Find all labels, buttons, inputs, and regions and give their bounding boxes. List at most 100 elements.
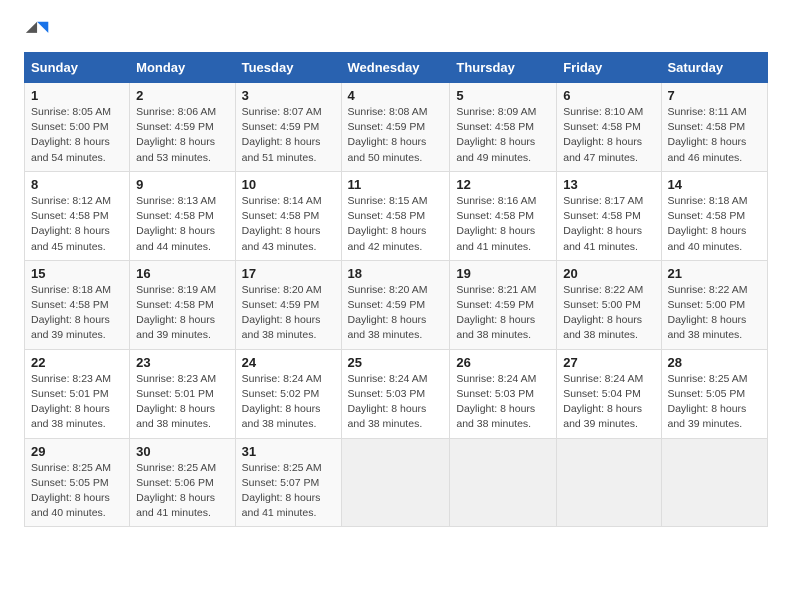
day-number: 17 bbox=[242, 266, 335, 281]
calendar-cell: 25 Sunrise: 8:24 AMSunset: 5:03 PMDayligh… bbox=[341, 349, 450, 438]
day-info: Sunrise: 8:20 AMSunset: 4:59 PMDaylight:… bbox=[242, 283, 335, 344]
day-number: 13 bbox=[563, 177, 654, 192]
day-number: 9 bbox=[136, 177, 228, 192]
day-info: Sunrise: 8:06 AMSunset: 4:59 PMDaylight:… bbox=[136, 105, 228, 166]
day-info: Sunrise: 8:05 AMSunset: 5:00 PMDaylight:… bbox=[31, 105, 123, 166]
logo-icon bbox=[24, 18, 52, 46]
day-info: Sunrise: 8:09 AMSunset: 4:58 PMDaylight:… bbox=[456, 105, 550, 166]
header bbox=[24, 18, 768, 46]
calendar-cell: 16Sunrise: 8:19 AMSunset: 4:58 PMDayligh… bbox=[130, 260, 235, 349]
day-number: 14 bbox=[668, 177, 762, 192]
calendar-cell: 27 Sunrise: 8:24 AMSunset: 5:04 PMDayligh… bbox=[557, 349, 661, 438]
calendar-cell bbox=[661, 438, 768, 527]
weekday-header-monday: Monday bbox=[130, 53, 235, 83]
calendar-cell: 13 Sunrise: 8:17 AMSunset: 4:58 PMDayligh… bbox=[557, 171, 661, 260]
day-info: Sunrise: 8:15 AMSunset: 4:58 PMDaylight:… bbox=[348, 194, 444, 255]
day-info: Sunrise: 8:07 AMSunset: 4:59 PMDaylight:… bbox=[242, 105, 335, 166]
day-info: Sunrise: 8:24 AMSunset: 5:04 PMDaylight:… bbox=[563, 372, 654, 433]
calendar-cell: 17 Sunrise: 8:20 AMSunset: 4:59 PMDayligh… bbox=[235, 260, 341, 349]
day-number: 24 bbox=[242, 355, 335, 370]
day-number: 11 bbox=[348, 177, 444, 192]
day-info: Sunrise: 8:25 AMSunset: 5:06 PMDaylight:… bbox=[136, 461, 228, 522]
calendar-cell bbox=[341, 438, 450, 527]
page: SundayMondayTuesdayWednesdayThursdayFrid… bbox=[0, 0, 792, 537]
calendar-cell: 22Sunrise: 8:23 AMSunset: 5:01 PMDayligh… bbox=[25, 349, 130, 438]
day-info: Sunrise: 8:13 AMSunset: 4:58 PMDaylight:… bbox=[136, 194, 228, 255]
calendar-cell: 15 Sunrise: 8:18 AMSunset: 4:58 PMDayligh… bbox=[25, 260, 130, 349]
day-number: 8 bbox=[31, 177, 123, 192]
calendar-cell: 14 Sunrise: 8:18 AMSunset: 4:58 PMDayligh… bbox=[661, 171, 768, 260]
day-number: 20 bbox=[563, 266, 654, 281]
day-info: Sunrise: 8:18 AMSunset: 4:58 PMDaylight:… bbox=[668, 194, 762, 255]
calendar-cell: 28 Sunrise: 8:25 AMSunset: 5:05 PMDayligh… bbox=[661, 349, 768, 438]
day-info: Sunrise: 8:17 AMSunset: 4:58 PMDaylight:… bbox=[563, 194, 654, 255]
calendar-cell: 30 Sunrise: 8:25 AMSunset: 5:06 PMDayligh… bbox=[130, 438, 235, 527]
day-info: Sunrise: 8:23 AMSunset: 5:01 PMDaylight:… bbox=[31, 372, 123, 433]
day-info: Sunrise: 8:22 AMSunset: 5:00 PMDaylight:… bbox=[668, 283, 762, 344]
day-number: 3 bbox=[242, 88, 335, 103]
calendar-cell: 6Sunrise: 8:10 AMSunset: 4:58 PMDaylight… bbox=[557, 83, 661, 172]
weekday-header-wednesday: Wednesday bbox=[341, 53, 450, 83]
day-number: 30 bbox=[136, 444, 228, 459]
day-number: 7 bbox=[668, 88, 762, 103]
calendar-cell: 5 Sunrise: 8:09 AMSunset: 4:58 PMDaylight… bbox=[450, 83, 557, 172]
day-info: Sunrise: 8:18 AMSunset: 4:58 PMDaylight:… bbox=[31, 283, 123, 344]
calendar-header-row: SundayMondayTuesdayWednesdayThursdayFrid… bbox=[25, 53, 768, 83]
day-number: 23 bbox=[136, 355, 228, 370]
day-info: Sunrise: 8:24 AMSunset: 5:02 PMDaylight:… bbox=[242, 372, 335, 433]
calendar-cell: 3 Sunrise: 8:07 AMSunset: 4:59 PMDaylight… bbox=[235, 83, 341, 172]
day-number: 6 bbox=[563, 88, 654, 103]
day-number: 26 bbox=[456, 355, 550, 370]
calendar-cell: 11 Sunrise: 8:15 AMSunset: 4:58 PMDayligh… bbox=[341, 171, 450, 260]
day-number: 16 bbox=[136, 266, 228, 281]
day-info: Sunrise: 8:24 AMSunset: 5:03 PMDaylight:… bbox=[456, 372, 550, 433]
calendar-week-row: 8 Sunrise: 8:12 AMSunset: 4:58 PMDaylight… bbox=[25, 171, 768, 260]
calendar-week-row: 1 Sunrise: 8:05 AMSunset: 5:00 PMDaylight… bbox=[25, 83, 768, 172]
calendar-cell: 2Sunrise: 8:06 AMSunset: 4:59 PMDaylight… bbox=[130, 83, 235, 172]
calendar-cell: 9 Sunrise: 8:13 AMSunset: 4:58 PMDaylight… bbox=[130, 171, 235, 260]
calendar-cell: 31 Sunrise: 8:25 AMSunset: 5:07 PMDayligh… bbox=[235, 438, 341, 527]
calendar-week-row: 29 Sunrise: 8:25 AMSunset: 5:05 PMDayligh… bbox=[25, 438, 768, 527]
calendar-table: SundayMondayTuesdayWednesdayThursdayFrid… bbox=[24, 52, 768, 527]
calendar-cell: 10 Sunrise: 8:14 AMSunset: 4:58 PMDayligh… bbox=[235, 171, 341, 260]
day-number: 5 bbox=[456, 88, 550, 103]
calendar-cell: 12 Sunrise: 8:16 AMSunset: 4:58 PMDayligh… bbox=[450, 171, 557, 260]
day-number: 15 bbox=[31, 266, 123, 281]
calendar-cell: 7 Sunrise: 8:11 AMSunset: 4:58 PMDaylight… bbox=[661, 83, 768, 172]
day-number: 28 bbox=[668, 355, 762, 370]
calendar-cell: 21 Sunrise: 8:22 AMSunset: 5:00 PMDayligh… bbox=[661, 260, 768, 349]
day-info: Sunrise: 8:11 AMSunset: 4:58 PMDaylight:… bbox=[668, 105, 762, 166]
calendar-cell: 19Sunrise: 8:21 AMSunset: 4:59 PMDayligh… bbox=[450, 260, 557, 349]
day-number: 25 bbox=[348, 355, 444, 370]
calendar-cell bbox=[450, 438, 557, 527]
day-number: 29 bbox=[31, 444, 123, 459]
calendar-cell: 24 Sunrise: 8:24 AMSunset: 5:02 PMDayligh… bbox=[235, 349, 341, 438]
weekday-header-sunday: Sunday bbox=[25, 53, 130, 83]
day-number: 12 bbox=[456, 177, 550, 192]
weekday-header-friday: Friday bbox=[557, 53, 661, 83]
day-info: Sunrise: 8:25 AMSunset: 5:07 PMDaylight:… bbox=[242, 461, 335, 522]
day-info: Sunrise: 8:24 AMSunset: 5:03 PMDaylight:… bbox=[348, 372, 444, 433]
calendar-cell: 8 Sunrise: 8:12 AMSunset: 4:58 PMDaylight… bbox=[25, 171, 130, 260]
day-info: Sunrise: 8:25 AMSunset: 5:05 PMDaylight:… bbox=[668, 372, 762, 433]
calendar-cell: 1 Sunrise: 8:05 AMSunset: 5:00 PMDaylight… bbox=[25, 83, 130, 172]
weekday-header-saturday: Saturday bbox=[661, 53, 768, 83]
calendar-week-row: 15 Sunrise: 8:18 AMSunset: 4:58 PMDayligh… bbox=[25, 260, 768, 349]
day-info: Sunrise: 8:23 AMSunset: 5:01 PMDaylight:… bbox=[136, 372, 228, 433]
calendar-cell: 29 Sunrise: 8:25 AMSunset: 5:05 PMDayligh… bbox=[25, 438, 130, 527]
day-info: Sunrise: 8:14 AMSunset: 4:58 PMDaylight:… bbox=[242, 194, 335, 255]
day-number: 27 bbox=[563, 355, 654, 370]
day-number: 1 bbox=[31, 88, 123, 103]
day-number: 10 bbox=[242, 177, 335, 192]
day-info: Sunrise: 8:12 AMSunset: 4:58 PMDaylight:… bbox=[31, 194, 123, 255]
day-info: Sunrise: 8:25 AMSunset: 5:05 PMDaylight:… bbox=[31, 461, 123, 522]
day-number: 18 bbox=[348, 266, 444, 281]
day-info: Sunrise: 8:21 AMSunset: 4:59 PMDaylight:… bbox=[456, 283, 550, 344]
calendar-cell bbox=[557, 438, 661, 527]
day-info: Sunrise: 8:22 AMSunset: 5:00 PMDaylight:… bbox=[563, 283, 654, 344]
calendar-cell: 4Sunrise: 8:08 AMSunset: 4:59 PMDaylight… bbox=[341, 83, 450, 172]
calendar-cell: 26 Sunrise: 8:24 AMSunset: 5:03 PMDayligh… bbox=[450, 349, 557, 438]
day-number: 21 bbox=[668, 266, 762, 281]
day-number: 31 bbox=[242, 444, 335, 459]
day-info: Sunrise: 8:16 AMSunset: 4:58 PMDaylight:… bbox=[456, 194, 550, 255]
